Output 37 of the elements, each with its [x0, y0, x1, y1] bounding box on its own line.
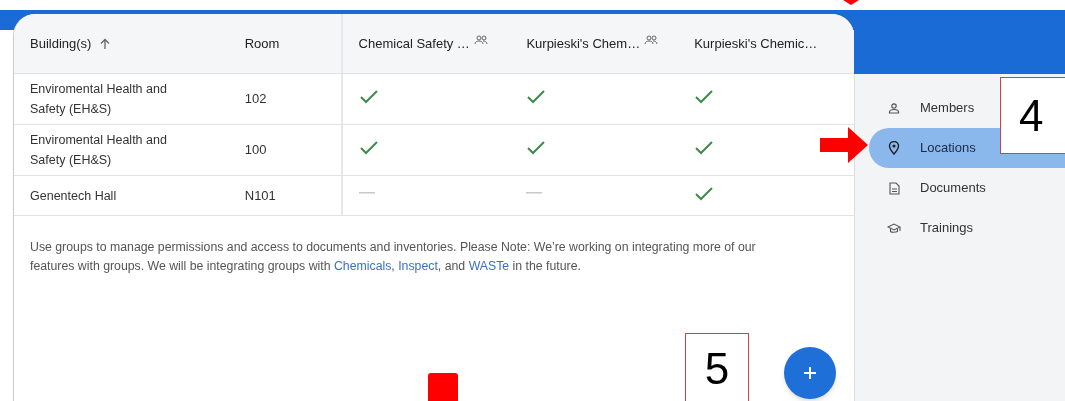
- step-number-tooltip: 4: [1000, 77, 1065, 154]
- check-icon: [358, 89, 379, 105]
- column-header[interactable]: Kurpieski's Chem…: [526, 33, 641, 54]
- sort-arrow-icon: [99, 37, 112, 50]
- table-cell-text: 102: [244, 90, 267, 109]
- step-number-tooltip: 5: [685, 333, 749, 401]
- sidebar-item[interactable]: Trainings: [869, 208, 1065, 248]
- check-icon: [694, 89, 715, 105]
- people-icon: [473, 34, 488, 45]
- location-pin-icon: [888, 141, 900, 155]
- table-cell-text: Genentech Hall: [30, 187, 118, 205]
- table-cell-text: 100: [244, 141, 267, 160]
- table-cell-text: N101: [244, 186, 276, 205]
- check-icon: [358, 140, 379, 156]
- link[interactable]: Inspect: [398, 259, 438, 273]
- highlight-marker: [428, 373, 458, 401]
- sidebar-item[interactable]: Documents: [869, 168, 1065, 208]
- check-icon: [526, 89, 547, 105]
- table-cell-text: Enviromental Health and Safety (EH&S): [30, 81, 168, 118]
- check-icon: [694, 140, 715, 156]
- people-icon: [644, 34, 659, 45]
- column-header[interactable]: Room: [244, 33, 280, 54]
- check-icon: [694, 185, 715, 202]
- pointer-arrow: [843, 0, 859, 5]
- table-cell-text: Enviromental Health and Safety (EH&S): [30, 132, 168, 169]
- column-header[interactable]: Building(s): [30, 33, 112, 54]
- info-paragraph: Use groups to manage permissions and access to documents and inventories. Please Note: We’re working on integrating more of our features with groups. We will be integrating groups with Chemicals, Inspect, and WASTe in the future.: [30, 239, 757, 275]
- person-icon: [888, 102, 900, 114]
- pointer-arrow: [820, 127, 868, 163]
- column-header[interactable]: Chemical Safety …: [358, 33, 470, 54]
- add-button[interactable]: [784, 347, 836, 399]
- plus-icon: [803, 366, 817, 380]
- graduation-cap-icon: [887, 222, 901, 234]
- document-icon: [888, 181, 900, 195]
- column-header[interactable]: Kurpieski's Chemic…: [694, 33, 818, 54]
- check-icon: [526, 140, 547, 156]
- link[interactable]: WASTe: [468, 259, 510, 273]
